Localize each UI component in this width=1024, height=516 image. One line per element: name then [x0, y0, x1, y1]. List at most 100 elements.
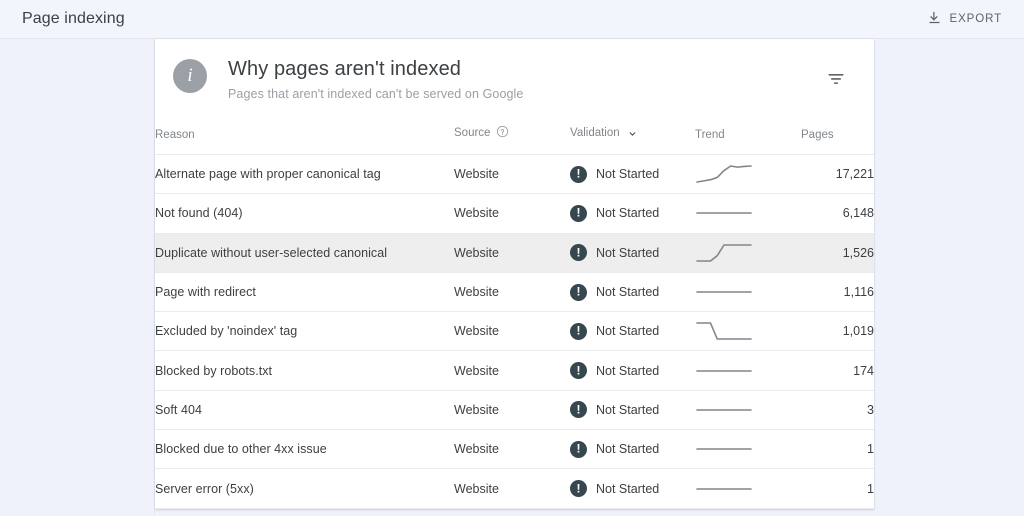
cell-trend	[695, 429, 801, 470]
validation-label: Not Started	[596, 167, 660, 182]
arrow-down-icon[interactable]	[626, 125, 639, 141]
table-row[interactable]: Alternate page with proper canonical tag…	[155, 154, 874, 195]
column-label-validation: Validation	[570, 127, 620, 139]
info-icon: i	[173, 59, 207, 93]
trend-sparkline	[695, 400, 801, 420]
cell-validation: ! Not Started	[570, 233, 695, 273]
validation-label: Not Started	[596, 363, 660, 378]
exclamation-circle-icon: !	[570, 480, 587, 498]
column-header-validation[interactable]: Validation	[570, 125, 695, 155]
cell-reason: Soft 404	[155, 390, 454, 431]
left-rail	[0, 39, 155, 516]
content-area: i Why pages aren't indexed Pages that ar…	[155, 39, 1024, 516]
filter-icon	[826, 69, 846, 94]
cell-source: Website	[454, 233, 570, 273]
cell-trend	[695, 390, 801, 431]
card-title: Why pages aren't indexed	[228, 58, 462, 80]
cell-source: Website	[454, 468, 570, 509]
cell-source: Website	[454, 390, 570, 431]
column-header-pages[interactable]: Pages	[801, 125, 874, 155]
exclamation-circle-icon: !	[570, 244, 587, 262]
validation-label: Not Started	[596, 481, 660, 496]
why-pages-arent-indexed-card: i Why pages aren't indexed Pages that ar…	[155, 39, 874, 509]
cell-pages: 174	[801, 350, 874, 391]
cell-reason: Page with redirect	[155, 272, 454, 313]
cell-source: Website	[454, 429, 570, 470]
validation-label: Not Started	[596, 245, 660, 260]
table-body: Alternate page with proper canonical tag…	[155, 154, 874, 509]
validation-label: Not Started	[596, 285, 660, 300]
cell-pages: 1	[801, 429, 874, 470]
exclamation-circle-icon: !	[570, 440, 587, 458]
cell-source: Website	[454, 193, 570, 234]
exclamation-circle-icon: !	[570, 283, 587, 301]
table-row[interactable]: Soft 404 Website! Not Started 3	[155, 390, 874, 431]
cell-pages: 1,526	[801, 233, 874, 273]
column-label-pages: Pages	[801, 129, 834, 141]
validation-label: Not Started	[596, 324, 660, 339]
column-header-trend[interactable]: Trend	[695, 125, 801, 155]
table-row[interactable]: Not found (404) Website! Not Started 6,148	[155, 193, 874, 234]
table-row[interactable]: Duplicate without user-selected canonica…	[155, 233, 874, 273]
cell-trend	[695, 311, 801, 352]
cell-source: Website	[454, 154, 570, 195]
cell-trend	[695, 272, 801, 313]
cell-trend	[695, 154, 801, 195]
top-bar: Page indexing EXPORT	[0, 0, 1024, 39]
trend-sparkline	[695, 479, 801, 499]
cell-validation: ! Not Started	[570, 350, 695, 391]
table-row[interactable]: Blocked by robots.txt Website! Not Started…	[155, 350, 874, 391]
cell-trend	[695, 468, 801, 509]
validation-label: Not Started	[596, 402, 660, 417]
cell-trend	[695, 233, 801, 273]
trend-sparkline	[695, 203, 801, 223]
trend-sparkline	[695, 243, 801, 263]
cell-pages: 17,221	[801, 154, 874, 195]
cell-pages: 3	[801, 390, 874, 431]
cell-source: Website	[454, 311, 570, 352]
table-row[interactable]: Excluded by 'noindex' tag Website! Not Sta…	[155, 311, 874, 352]
filter-button[interactable]	[820, 63, 852, 100]
cell-validation: ! Not Started	[570, 311, 695, 352]
trend-sparkline	[695, 164, 801, 184]
cell-validation: ! Not Started	[570, 193, 695, 234]
cell-validation: ! Not Started	[570, 272, 695, 313]
cell-pages: 1,116	[801, 272, 874, 313]
cell-pages: 6,148	[801, 193, 874, 234]
page-body: i Why pages aren't indexed Pages that ar…	[0, 39, 1024, 516]
cell-source: Website	[454, 272, 570, 313]
column-label-trend: Trend	[695, 129, 725, 141]
column-header-reason[interactable]: Reason	[155, 125, 454, 155]
card-subtitle: Pages that aren't indexed can't be serve…	[228, 87, 524, 101]
exclamation-circle-icon: !	[570, 204, 587, 222]
card-header: i Why pages aren't indexed Pages that ar…	[155, 39, 874, 125]
cell-reason: Blocked by robots.txt	[155, 350, 454, 391]
cell-reason: Duplicate without user-selected canonica…	[155, 233, 454, 273]
trend-sparkline	[695, 361, 801, 381]
column-label-source: Source	[454, 127, 491, 139]
exclamation-circle-icon: !	[570, 165, 587, 183]
table-row[interactable]: Server error (5xx) Website! Not Started 1	[155, 468, 874, 509]
cell-validation: ! Not Started	[570, 154, 695, 195]
cell-pages: 1,019	[801, 311, 874, 352]
table-header-row: Reason Source Validation Trend Pages	[155, 125, 874, 155]
cell-reason: Not found (404)	[155, 193, 454, 234]
export-label: EXPORT	[949, 13, 1002, 25]
table-head: Reason Source Validation Trend Pages	[155, 125, 874, 155]
table-row[interactable]: Blocked due to other 4xx issue Website! No…	[155, 429, 874, 470]
table-row[interactable]: Page with redirect Website! Not Started 1,1…	[155, 272, 874, 313]
cell-reason: Excluded by 'noindex' tag	[155, 311, 454, 352]
export-button[interactable]: EXPORT	[919, 6, 1010, 32]
exclamation-circle-icon: !	[570, 401, 587, 419]
validation-label: Not Started	[596, 206, 660, 221]
help-circle-icon[interactable]	[496, 125, 509, 141]
cell-reason: Alternate page with proper canonical tag	[155, 154, 454, 195]
cell-validation: ! Not Started	[570, 468, 695, 509]
cell-validation: ! Not Started	[570, 390, 695, 431]
page-title: Page indexing	[22, 10, 125, 27]
cell-trend	[695, 193, 801, 234]
cell-reason: Server error (5xx)	[155, 468, 454, 509]
card-header-text: Why pages aren't indexed Pages that aren…	[228, 57, 820, 101]
cell-source: Website	[454, 350, 570, 391]
column-header-source[interactable]: Source	[454, 125, 570, 155]
